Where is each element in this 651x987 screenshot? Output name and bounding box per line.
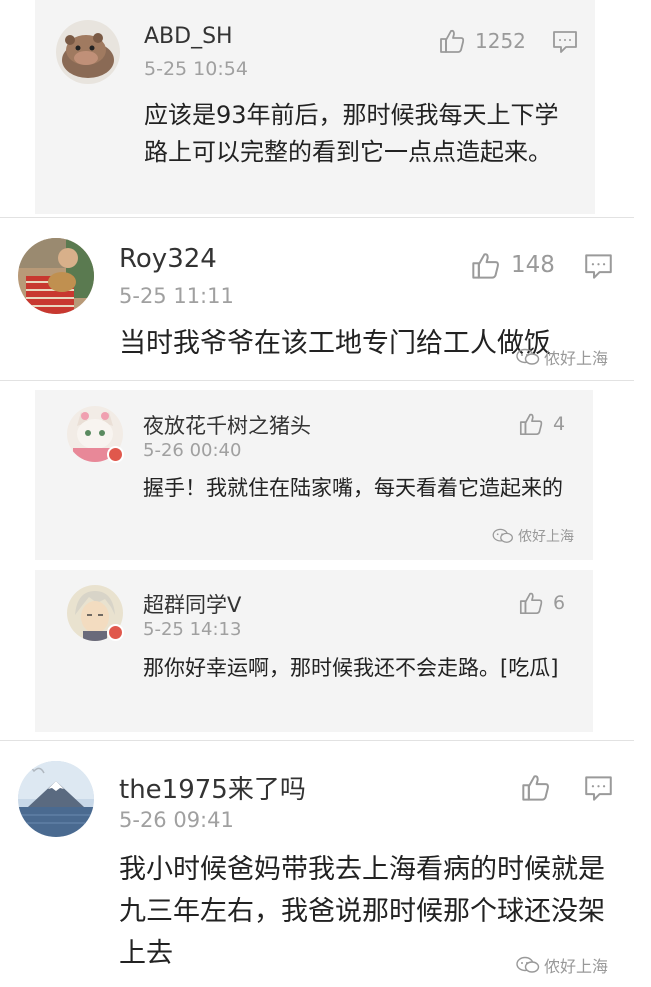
- like-count: 1252: [475, 29, 526, 53]
- reply-button[interactable]: [584, 775, 613, 802]
- like-button[interactable]: 6: [518, 589, 565, 617]
- verified-badge-icon: [107, 446, 124, 463]
- hippo-avatar-icon[interactable]: [56, 20, 120, 84]
- divider: [0, 740, 634, 741]
- reply-text: 那你好幸运啊，那时候我还不会走路。[吃瓜]: [143, 656, 559, 680]
- comment-bubble-icon: [584, 775, 613, 802]
- reply-button[interactable]: [552, 30, 578, 54]
- wechat-icon: [516, 956, 544, 974]
- reply-text: 握手！我就住在陆家嘴，每天看着它造起来的: [143, 476, 563, 500]
- comment-time: 5-26 09:41: [119, 808, 234, 832]
- divider: [0, 380, 634, 381]
- thumbs-up-icon: [518, 590, 544, 616]
- comment-username[interactable]: Roy324: [119, 244, 217, 274]
- comment-time: 5-25 11:11: [119, 284, 234, 308]
- comment-feed: ABD_SH 5-25 10:54 1252 应该是93年前后，那时候我每天上下…: [0, 0, 651, 987]
- reply-username[interactable]: 夜放花千树之猪头: [143, 410, 311, 440]
- comment-text: 应该是93年前后，那时候我每天上下学路上可以完整的看到它一点点造起来。: [144, 101, 559, 166]
- wechat-icon: [516, 348, 544, 366]
- watermark-text: 侬好上海: [544, 349, 609, 368]
- like-count: 148: [511, 252, 555, 278]
- comment-bubble-icon: [552, 30, 578, 54]
- reply-button[interactable]: [584, 253, 613, 280]
- watermark: 侬好上海: [492, 526, 574, 546]
- watermark-text: 侬好上海: [518, 529, 574, 545]
- watermark: 侬好上海: [516, 345, 608, 369]
- like-count: 4: [553, 413, 566, 435]
- guitar-player-avatar-icon[interactable]: [18, 238, 94, 314]
- divider: [0, 217, 634, 218]
- like-button[interactable]: 1252: [438, 26, 526, 56]
- thumbs-up-icon: [520, 772, 551, 803]
- thumbs-up-icon: [438, 27, 466, 55]
- reply-time: 5-25 14:13: [143, 619, 242, 640]
- thumbs-up-icon: [518, 411, 544, 437]
- mountain-lake-avatar-icon[interactable]: [18, 761, 94, 837]
- thumbs-up-icon: [470, 250, 501, 281]
- like-count: 6: [553, 592, 566, 614]
- reply-username[interactable]: 超群同学V: [143, 589, 241, 619]
- like-button[interactable]: [520, 771, 551, 803]
- verified-badge-icon: [107, 624, 124, 641]
- comment-time: 5-25 10:54: [144, 58, 248, 80]
- like-button[interactable]: 148: [470, 249, 555, 281]
- like-button[interactable]: 4: [518, 410, 565, 438]
- reply-time: 5-26 00:40: [143, 440, 242, 461]
- comment-username[interactable]: ABD_SH: [144, 24, 233, 49]
- watermark: 侬好上海: [516, 953, 608, 977]
- watermark-text: 侬好上海: [544, 957, 609, 976]
- comment-bubble-icon: [584, 253, 613, 280]
- wechat-icon: [492, 528, 518, 544]
- comment-username[interactable]: the1975来了吗: [119, 769, 306, 806]
